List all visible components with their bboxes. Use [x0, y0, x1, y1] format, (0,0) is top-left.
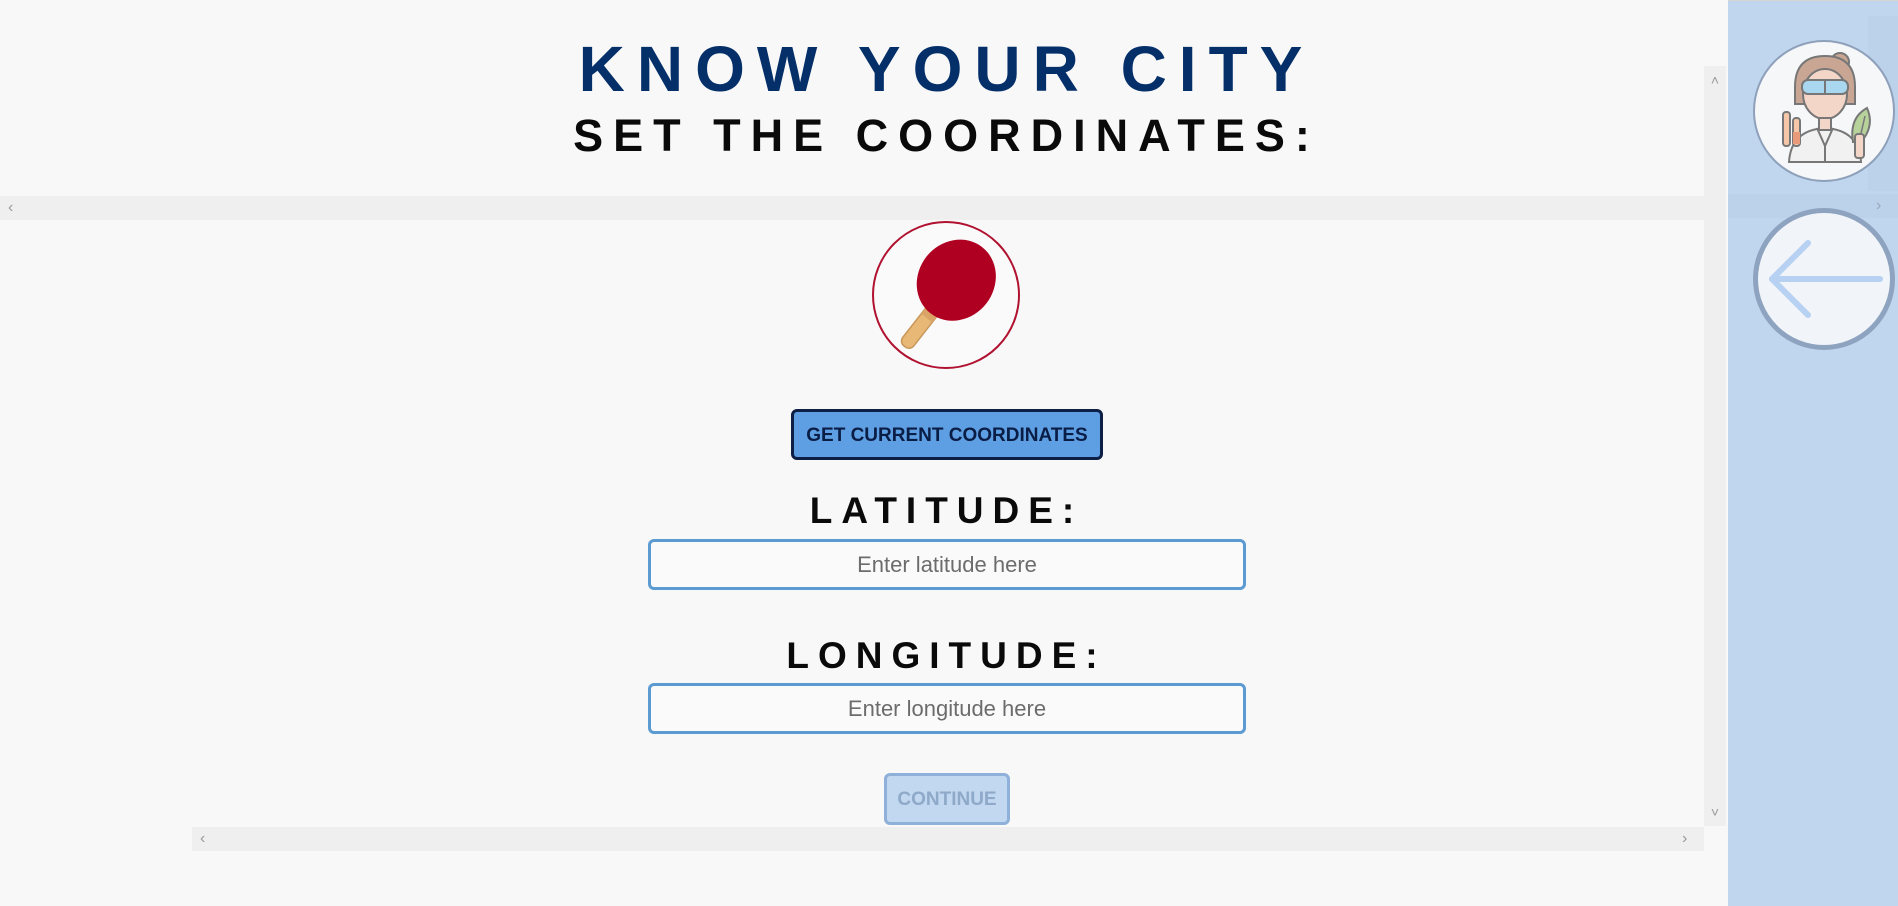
- continue-button[interactable]: CONTINUE: [884, 773, 1010, 825]
- vertical-scrollbar[interactable]: ˄ ˅: [1704, 66, 1726, 826]
- horizontal-scrollbar-bottom[interactable]: ‹ ›: [192, 827, 1704, 851]
- longitude-label: LONGITUDE:: [786, 635, 1107, 676]
- scroll-down-arrow[interactable]: ˅: [1704, 804, 1726, 820]
- back-arrow-icon[interactable]: [1753, 208, 1895, 350]
- longitude-input[interactable]: [648, 683, 1246, 734]
- scroll-up-arrow[interactable]: ˄: [1704, 72, 1726, 88]
- page-subtitle: SET THE COORDINATES:: [573, 110, 1320, 161]
- scroll-left-arrow[interactable]: ‹: [8, 196, 13, 220]
- latitude-label: LATITUDE:: [809, 490, 1084, 531]
- page-title: KNOW YOUR CITY: [578, 33, 1315, 105]
- ping-pong-paddle-icon: [872, 221, 1020, 369]
- latitude-input[interactable]: [648, 539, 1246, 590]
- main-content: KNOW YOUR CITY SET THE COORDINATES: ˄ ˅ …: [0, 0, 1728, 906]
- scroll-left-arrow[interactable]: ‹: [200, 827, 205, 851]
- scroll-right-arrow[interactable]: ›: [1682, 827, 1687, 851]
- scientist-avatar-icon[interactable]: [1753, 40, 1895, 182]
- get-current-coordinates-button[interactable]: GET CURRENT COORDINATES: [791, 409, 1103, 460]
- horizontal-scrollbar-top[interactable]: ‹: [0, 196, 1704, 220]
